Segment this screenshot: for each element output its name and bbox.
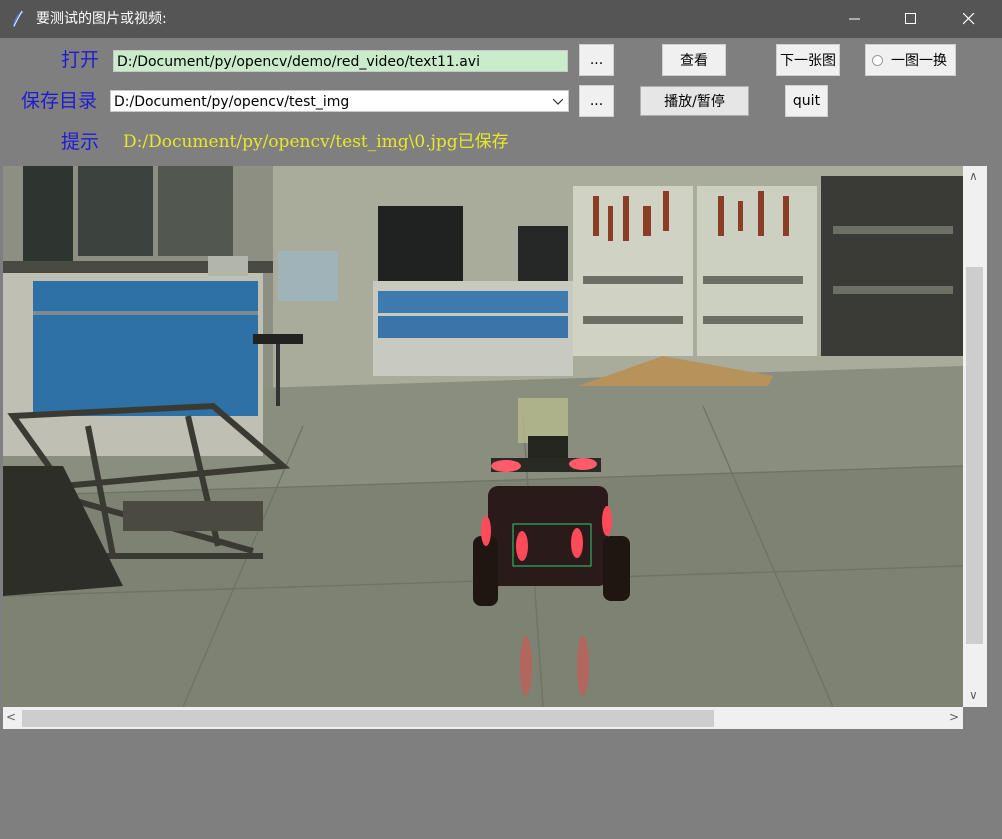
minimize-icon [849, 18, 860, 20]
scroll-right-icon[interactable]: > [949, 710, 959, 724]
radio-icon[interactable] [872, 54, 883, 66]
maximize-icon [905, 13, 916, 24]
horizontal-scrollbar[interactable]: < > [3, 707, 963, 729]
horizontal-scroll-thumb[interactable] [22, 710, 714, 727]
title-bar: 要测试的图片或视频: [0, 0, 1002, 38]
next-image-button[interactable]: 下一张图 [776, 44, 840, 76]
chevron-down-icon[interactable] [553, 98, 563, 105]
hint-label: 提示 [61, 131, 100, 153]
image-viewport [3, 166, 963, 707]
video-frame [3, 166, 963, 707]
open-label: 打开 [61, 49, 100, 71]
save-dir-label: 保存目录 [21, 90, 98, 112]
maximize-button[interactable] [888, 0, 934, 38]
browse-save-button[interactable]: ... [579, 85, 614, 117]
minimize-button[interactable] [832, 0, 878, 38]
window-title: 要测试的图片或视频: [36, 11, 167, 27]
save-dir-value: D:/Document/py/opencv/test_img [114, 94, 350, 110]
one-by-one-toggle[interactable]: 一图一换 [865, 44, 956, 76]
close-button[interactable] [946, 0, 992, 38]
vertical-scroll-thumb[interactable] [966, 267, 983, 644]
hint-text: D:/Document/py/opencv/test_img\0.jpg已保存 [123, 132, 509, 152]
feather-icon [10, 10, 26, 28]
view-button[interactable]: 查看 [662, 44, 726, 76]
open-path-field[interactable]: D:/Document/py/opencv/demo/red_video/tex… [113, 50, 568, 72]
browse-open-button[interactable]: ... [579, 44, 614, 76]
scroll-left-icon[interactable]: < [6, 710, 16, 724]
one-by-one-label: 一图一换 [891, 53, 947, 69]
vertical-scrollbar[interactable]: ∧ ∨ [963, 166, 987, 707]
scroll-up-icon[interactable]: ∧ [969, 169, 978, 183]
scroll-down-icon[interactable]: ∨ [969, 688, 978, 702]
close-icon [963, 13, 975, 25]
quit-button[interactable]: quit [785, 85, 828, 117]
save-dir-select[interactable]: D:/Document/py/opencv/test_img [110, 90, 569, 112]
play-pause-button[interactable]: 播放/暂停 [640, 86, 749, 116]
